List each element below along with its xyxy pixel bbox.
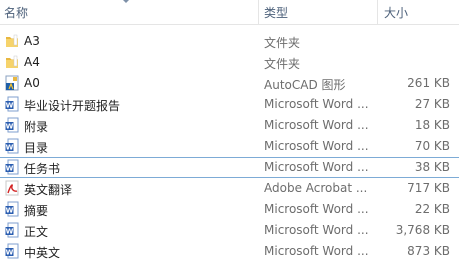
word-document-icon: W [5, 159, 19, 175]
file-row[interactable]: W 摘要 Microsoft Word ... 22 KB [0, 199, 459, 220]
pdf-file-icon [5, 180, 19, 196]
file-row[interactable]: W 目录 Microsoft Word ... 70 KB [0, 136, 459, 157]
svg-text:W: W [6, 249, 14, 257]
file-row[interactable]: W 毕业设计开题报告 Microsoft Word ... 27 KB [0, 94, 459, 115]
svg-text:W: W [6, 228, 14, 236]
file-type: 文件夹 [264, 57, 301, 71]
column-divider[interactable] [258, 0, 259, 24]
folder-icon [5, 33, 19, 49]
svg-text:W: W [6, 102, 14, 110]
folder-icon [5, 54, 19, 70]
column-header-bar: 名称 类型 大小 [0, 0, 459, 25]
column-header-type[interactable]: 类型 [264, 4, 288, 21]
file-size: 873 KB [407, 244, 450, 258]
sort-indicator-icon [123, 0, 129, 3]
file-type: Microsoft Word ... [264, 139, 369, 153]
file-type: 文件夹 [264, 36, 301, 50]
file-size: 261 KB [407, 76, 450, 90]
file-row[interactable]: A3 文件夹 [0, 31, 459, 52]
svg-text:W: W [6, 165, 14, 173]
file-name: 毕业设计开题报告 [24, 99, 121, 113]
svg-text:W: W [6, 207, 14, 215]
file-row[interactable]: 英文翻译 Adobe Acrobat ... 717 KB [0, 178, 459, 199]
file-name: A3 [24, 34, 40, 48]
file-size: 3,768 KB [395, 223, 450, 237]
file-name: 英文翻译 [24, 183, 73, 197]
file-size: 22 KB [414, 202, 450, 216]
word-document-icon: W [5, 138, 19, 154]
file-list-view: 名称 类型 大小 A3 文件夹 A4 文件夹 A0 AutoCAD 图形 261 KB W 毕业… [0, 0, 459, 261]
column-header-name[interactable]: 名称 [4, 4, 28, 21]
file-type: Microsoft Word ... [264, 244, 369, 258]
file-name: 目录 [24, 141, 49, 155]
file-row[interactable]: A4 文件夹 [0, 52, 459, 73]
file-size: 717 KB [407, 181, 450, 195]
file-name: 任务书 [24, 162, 61, 176]
file-size: 70 KB [414, 139, 450, 153]
file-row[interactable]: W 任务书 Microsoft Word ... 38 KB [0, 157, 459, 178]
file-row[interactable]: A0 AutoCAD 图形 261 KB [0, 73, 459, 94]
svg-text:W: W [6, 144, 14, 152]
file-type: Microsoft Word ... [264, 118, 369, 132]
file-type: Microsoft Word ... [264, 223, 369, 237]
file-name: A4 [24, 55, 40, 69]
word-document-icon: W [5, 222, 19, 238]
word-document-icon: W [5, 117, 19, 133]
word-document-icon: W [5, 201, 19, 217]
file-size: 18 KB [414, 118, 450, 132]
column-divider[interactable] [377, 0, 378, 24]
file-type: Adobe Acrobat ... [264, 181, 368, 195]
word-document-icon: W [5, 96, 19, 112]
file-type: Microsoft Word ... [264, 97, 369, 111]
column-header-size[interactable]: 大小 [384, 4, 408, 21]
file-name: 正文 [24, 225, 49, 239]
file-row[interactable]: W 中英文 Microsoft Word ... 873 KB [0, 241, 459, 262]
word-document-icon: W [5, 243, 19, 259]
autocad-file-icon [5, 75, 19, 91]
svg-text:W: W [6, 123, 14, 131]
file-row[interactable]: W 附录 Microsoft Word ... 18 KB [0, 115, 459, 136]
file-name: 中英文 [24, 246, 61, 260]
file-name: 附录 [24, 120, 49, 134]
file-type: Microsoft Word ... [264, 202, 369, 216]
file-name: 摘要 [24, 204, 49, 218]
file-type: Microsoft Word ... [264, 160, 369, 174]
file-size: 27 KB [414, 97, 450, 111]
file-row[interactable]: W 正文 Microsoft Word ... 3,768 KB [0, 220, 459, 241]
file-type: AutoCAD 图形 [264, 78, 346, 92]
file-name: A0 [24, 76, 40, 90]
file-size: 38 KB [414, 160, 450, 174]
